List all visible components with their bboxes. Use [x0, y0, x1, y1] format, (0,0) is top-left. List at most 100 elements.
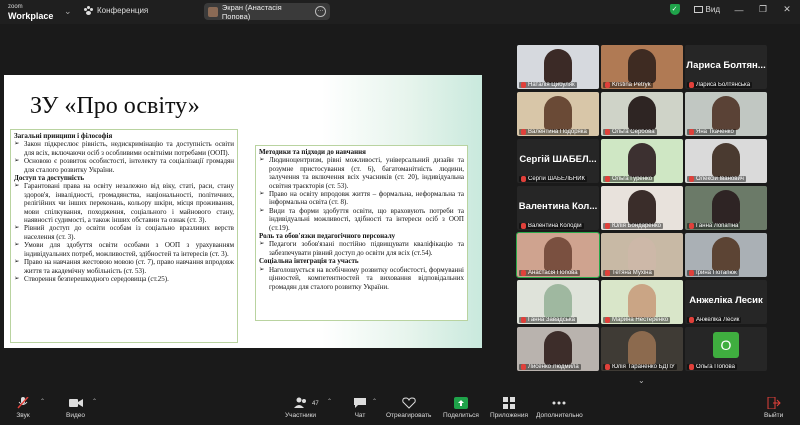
- screen-share-indicator[interactable]: Экран (Анастасія Попова) ···: [204, 2, 330, 21]
- share-button[interactable]: Поделиться: [443, 397, 479, 419]
- conference-button[interactable]: Конференция: [84, 6, 148, 15]
- participant-tile[interactable]: Юлія Бондаренко: [601, 186, 683, 230]
- more-button[interactable]: Дополнительно: [536, 397, 583, 419]
- participant-face: [544, 49, 572, 83]
- avatar: [208, 6, 218, 17]
- participant-name-text: Лариса Болтянська: [696, 82, 751, 88]
- screen-share-label: Экран (Анастасія Попова): [221, 2, 282, 21]
- mic-muted-icon: [605, 176, 610, 182]
- participant-tile[interactable]: Ганна Лопатіна: [685, 186, 767, 230]
- participant-tile[interactable]: Олексій Іванович: [685, 139, 767, 183]
- audio-button[interactable]: Звук: [16, 397, 30, 419]
- participant-tile[interactable]: Марина Нестеренко: [601, 280, 683, 324]
- participant-name: Kristina Petryk: [603, 82, 653, 88]
- participant-name: Лисенко Людмила: [519, 364, 581, 370]
- participants-label: Участники: [285, 412, 317, 419]
- chevron-down-icon[interactable]: ⌄: [638, 376, 645, 385]
- participant-tile[interactable]: Тетяна Мухіна: [601, 233, 683, 277]
- section-heading: Методики та підходи до навчання: [259, 148, 366, 156]
- mic-muted-icon: [605, 317, 610, 323]
- participant-big-name: Лариса Болтян...: [686, 60, 766, 71]
- chevron-up-icon[interactable]: ⌃: [372, 398, 377, 405]
- minimize-icon[interactable]: —: [734, 5, 744, 15]
- participant-face: [628, 49, 656, 83]
- participant-name-text: Тетяна Мухіна: [612, 270, 652, 276]
- view-label: Вид: [705, 5, 720, 14]
- mic-muted-icon: [689, 129, 694, 135]
- participant-name-text: Олексій Іванович: [696, 176, 744, 182]
- leave-button[interactable]: Выйти: [764, 397, 783, 419]
- participant-tile[interactable]: Ганна Завадська: [517, 280, 599, 324]
- participant-name-text: Ганна Завадська: [528, 317, 576, 323]
- right-content-box: Методики та підходи до навчання Людиноце…: [255, 145, 468, 321]
- mic-muted-icon: [689, 364, 694, 370]
- apps-button[interactable]: Приложения: [490, 397, 528, 419]
- participant-name: Ірина Потапюк: [687, 270, 739, 276]
- chevron-up-icon[interactable]: ⌃: [40, 398, 45, 405]
- participant-tile[interactable]: Сергій ШАБЕЛ... Сергій ШАБЕЛЬНИК: [517, 139, 599, 183]
- participant-face: [544, 96, 572, 130]
- participant-name: Ольга Гуренко: [603, 176, 655, 182]
- mic-muted-icon: [689, 223, 694, 229]
- participant-tile[interactable]: Kristina Petryk: [601, 45, 683, 89]
- chat-label: Чат: [354, 412, 366, 419]
- bullet-item: Право на освіту впродовж життя – формаль…: [259, 190, 464, 207]
- close-icon[interactable]: ✕: [782, 4, 792, 15]
- chat-button[interactable]: Чат: [353, 397, 367, 419]
- more-icon[interactable]: ···: [315, 6, 326, 17]
- bullet-item: Основою є розвиток особистості, інтелект…: [14, 157, 234, 174]
- participant-big-name: Сергій ШАБЕЛ...: [519, 154, 597, 165]
- participant-name-text: Яна Ткаченко: [696, 129, 734, 135]
- participant-name: Ольга Сербова: [603, 129, 657, 135]
- mic-muted-icon: [605, 270, 610, 276]
- participant-tile[interactable]: Наталія Цибуляк: [517, 45, 599, 89]
- participant-name-text: Ганна Лопатіна: [696, 223, 739, 229]
- bullet-item: Умови для здобуття освіти особами з ООП …: [14, 241, 234, 258]
- participant-tile[interactable]: Анастасія Попова: [516, 232, 600, 278]
- participant-tile[interactable]: Яна Ткаченко: [685, 92, 767, 136]
- participant-face: [628, 237, 656, 271]
- participant-name-text: Валентина Подоряка: [528, 129, 587, 135]
- video-label: Видео: [66, 412, 85, 419]
- conference-label: Конференция: [97, 6, 149, 15]
- bullet-item: Педагоги зобов'язані постійно підвищуват…: [259, 240, 464, 257]
- participant-tile[interactable]: Лисенко Людмила: [517, 327, 599, 371]
- restore-icon[interactable]: ❐: [758, 4, 768, 15]
- participant-tile[interactable]: Юлія Тараненко БДПУ: [601, 327, 683, 371]
- participant-gallery: Наталія Цибуляк Kristina Petryk Лариса Бол…: [516, 45, 768, 376]
- participant-tile[interactable]: Ольга Гуренко: [601, 139, 683, 183]
- participant-name: Лариса Болтянська: [687, 82, 753, 88]
- mic-muted-icon: [521, 223, 526, 229]
- participant-name: Ольга Попова: [687, 364, 737, 370]
- participant-face: [544, 237, 572, 271]
- chevron-up-icon[interactable]: ⌃: [327, 398, 332, 405]
- bullet-item: Закон підкреслює рівність, недискримінац…: [14, 140, 234, 157]
- section-heading: Роль та обов'язки педагогічного персонал…: [259, 232, 396, 241]
- participant-tile[interactable]: Валентина Кол... Валентина Колодій: [517, 186, 599, 230]
- participant-tile[interactable]: Анжеліка Лесик Анжеліка Лесик: [685, 280, 767, 324]
- participant-tile[interactable]: Лариса Болтян... Лариса Болтянська: [685, 45, 767, 89]
- participants-icon: [293, 397, 306, 408]
- shield-icon[interactable]: ✓: [669, 4, 680, 15]
- chevron-down-icon[interactable]: ⌄: [64, 6, 72, 17]
- bullet-item: Гарантовані права на освіту незалежно ві…: [14, 182, 234, 224]
- mic-muted-icon: [521, 176, 526, 182]
- video-button[interactable]: Видео: [66, 397, 85, 419]
- participant-tile[interactable]: Валентина Подоряка: [517, 92, 599, 136]
- left-content-box: Загальні принципи і філософія Закон підк…: [10, 129, 238, 343]
- participant-name-text: Сергій ШАБЕЛЬНИК: [528, 176, 586, 182]
- participant-big-name: Анжеліка Лесик: [689, 295, 763, 306]
- participant-tile[interactable]: Ірина Потапюк: [685, 233, 767, 277]
- mic-muted-icon: [689, 317, 694, 323]
- mic-muted-icon: [689, 270, 694, 276]
- mic-muted-icon: [521, 317, 526, 323]
- bullet-list: Людиноцентризм, рівні можливості, універ…: [259, 156, 464, 232]
- mic-muted-icon: [521, 364, 526, 370]
- view-button[interactable]: Вид: [693, 5, 720, 14]
- chevron-up-icon[interactable]: ⌃: [92, 398, 97, 405]
- participant-tile[interactable]: Ольга Сербова: [601, 92, 683, 136]
- participant-name-text: Ольга Попова: [696, 364, 735, 370]
- react-button[interactable]: Отреагировать: [386, 397, 431, 419]
- participant-tile[interactable]: О Ольга Попова: [685, 327, 767, 371]
- participant-name: Яна Ткаченко: [687, 129, 736, 135]
